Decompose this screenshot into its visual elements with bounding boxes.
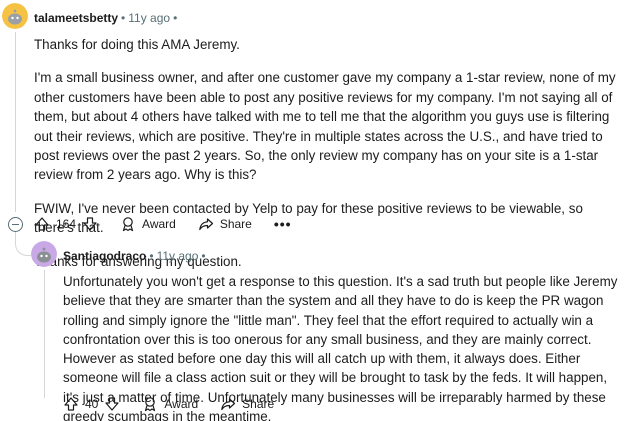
comment-body: Thanks for doing this AMA Jeremy. I'm a … (34, 35, 619, 284)
timestamp[interactable]: 11y ago (157, 249, 199, 263)
separator-dot: • (149, 249, 154, 263)
share-icon (221, 398, 236, 411)
share-icon (199, 218, 213, 231)
comment-actions: 164 Award Share ••• (34, 214, 292, 234)
comment-paragraph: I'm a small business owner, and after on… (34, 70, 616, 183)
share-label: Share (219, 217, 252, 231)
award-icon (145, 397, 156, 412)
award-label: Award (164, 397, 199, 411)
vote-controls: 40 (63, 396, 120, 412)
award-icon (122, 217, 134, 232)
share-button[interactable]: Share (198, 216, 252, 232)
comment-actions: 40 Award Share (63, 394, 296, 414)
vote-count: 164 (56, 217, 77, 231)
upvote-icon[interactable] (63, 396, 79, 412)
comment-paragraph: Thanks for doing this AMA Jeremy. (34, 37, 240, 52)
award-button[interactable]: Award (120, 216, 176, 232)
share-label: Share (242, 397, 275, 411)
separator-dot: • (121, 11, 126, 25)
separator-dot: • (201, 249, 206, 263)
avatar[interactable] (2, 3, 28, 29)
avatar[interactable] (31, 241, 57, 267)
username[interactable]: talameetsbetty (34, 11, 118, 25)
vote-controls: 164 (34, 216, 98, 232)
comment-meta: talameetsbetty • 11y ago • (34, 11, 180, 25)
thread-line[interactable] (15, 32, 16, 212)
comment-meta: Santiagodraco • 11y ago • (63, 249, 209, 263)
collapse-icon (12, 224, 19, 225)
upvote-icon[interactable] (34, 216, 50, 232)
snoo-avatar-icon (2, 3, 28, 29)
reply-thread-line[interactable] (44, 270, 45, 398)
more-options-button[interactable]: ••• (274, 216, 292, 232)
award-label: Award (142, 217, 176, 231)
separator-dot: • (173, 11, 178, 25)
downvote-icon[interactable] (104, 396, 120, 412)
username[interactable]: Santiagodraco (63, 249, 146, 263)
snoo-avatar-icon (31, 241, 57, 267)
timestamp[interactable]: 11y ago (128, 11, 170, 25)
share-button[interactable]: Share (220, 396, 274, 412)
award-button[interactable]: Award (142, 396, 198, 412)
collapse-button[interactable] (8, 217, 23, 232)
vote-count: 40 (85, 397, 99, 411)
downvote-icon[interactable] (82, 216, 98, 232)
